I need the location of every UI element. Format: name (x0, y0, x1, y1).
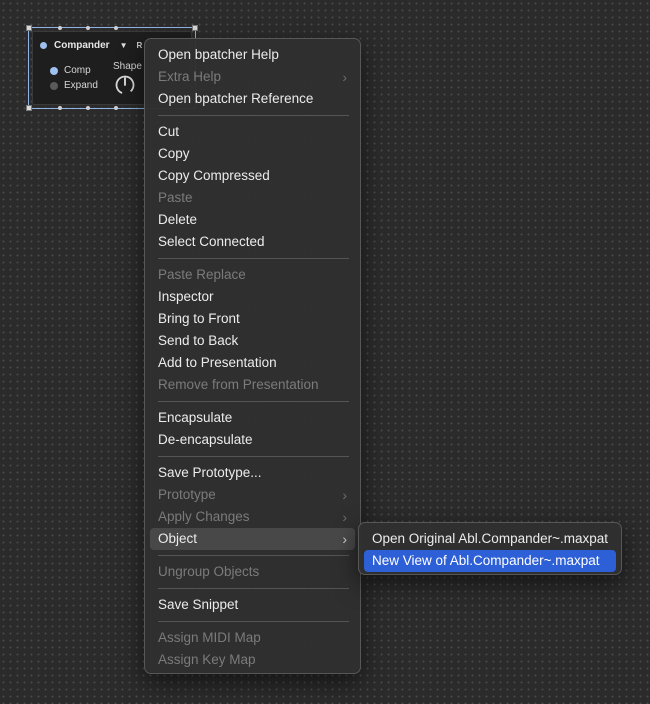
menu-item-open-reference[interactable]: Open bpatcher Reference (150, 88, 355, 110)
menu-item-object[interactable]: Object › (150, 528, 355, 550)
menu-item-label: Prototype (158, 487, 216, 502)
menu-item-label: De-encapsulate (158, 432, 253, 447)
menu-item-copy[interactable]: Copy (150, 143, 355, 165)
menu-item-save-prototype[interactable]: Save Prototype... (150, 462, 355, 484)
menu-item-label: Assign Key Map (158, 652, 256, 667)
menu-separator (158, 401, 349, 402)
menu-item-add-to-presentation[interactable]: Add to Presentation (150, 352, 355, 374)
menu-item-de-encapsulate[interactable]: De-encapsulate (150, 429, 355, 451)
menu-item-label: Add to Presentation (158, 355, 277, 370)
menu-item-extra-help: Extra Help › (150, 66, 355, 88)
submenu-item-open-original[interactable]: Open Original Abl.Compander~.maxpat (364, 528, 616, 550)
handle-dot-icon (114, 26, 118, 30)
menu-separator (158, 621, 349, 622)
menu-item-paste: Paste (150, 187, 355, 209)
handle-dot-icon (86, 106, 90, 110)
radio-off-icon (50, 81, 58, 90)
resize-handle-icon[interactable] (26, 105, 32, 111)
menu-item-label: Open bpatcher Help (158, 47, 279, 62)
menu-separator (158, 555, 349, 556)
submenu-item-new-view[interactable]: New View of Abl.Compander~.maxpat (364, 550, 616, 572)
menu-item-inspector[interactable]: Inspector (150, 286, 355, 308)
menu-item-label: Copy Compressed (158, 168, 270, 183)
radio-expand-label: Expand (64, 80, 98, 91)
menu-item-assign-key-map: Assign Key Map (150, 649, 355, 671)
menu-item-label: Apply Changes (158, 509, 250, 524)
radio-comp-label: Comp (64, 65, 91, 76)
menu-item-label: Save Prototype... (158, 465, 262, 480)
chevron-right-icon: › (342, 509, 347, 525)
menu-item-save-snippet[interactable]: Save Snippet (150, 594, 355, 616)
menu-item-apply-changes: Apply Changes › (150, 506, 355, 528)
menu-item-copy-compressed[interactable]: Copy Compressed (150, 165, 355, 187)
shape-knob-icon[interactable] (114, 74, 136, 96)
menu-item-label: Paste (158, 190, 193, 205)
menu-item-label: Select Connected (158, 234, 265, 249)
menu-item-label: Open bpatcher Reference (158, 91, 314, 106)
menu-item-label: Remove from Presentation (158, 377, 319, 392)
menu-item-cut[interactable]: Cut (150, 121, 355, 143)
menu-item-remove-from-presentation: Remove from Presentation (150, 374, 355, 396)
menu-item-label: Encapsulate (158, 410, 233, 425)
menu-item-paste-replace: Paste Replace (150, 264, 355, 286)
chevron-right-icon: › (342, 487, 347, 503)
shape-label: Shape (113, 61, 142, 72)
menu-item-ungroup-objects: Ungroup Objects (150, 561, 355, 583)
menu-item-label: Send to Back (158, 333, 239, 348)
menu-separator (158, 588, 349, 589)
menu-item-prototype: Prototype › (150, 484, 355, 506)
menu-item-label: Assign MIDI Map (158, 630, 261, 645)
menu-item-label: Inspector (158, 289, 214, 304)
menu-item-delete[interactable]: Delete (150, 209, 355, 231)
menu-item-label: Object (158, 531, 198, 546)
resize-handle-icon[interactable] (192, 25, 198, 31)
menu-item-label: Ungroup Objects (158, 564, 260, 579)
menu-item-select-connected[interactable]: Select Connected (150, 231, 355, 253)
chevron-right-icon: › (342, 69, 347, 85)
menu-item-label: Extra Help (158, 69, 222, 84)
menu-item-send-to-back[interactable]: Send to Back (150, 330, 355, 352)
menu-item-label: Save Snippet (158, 597, 239, 612)
radio-comp[interactable]: Comp (50, 65, 91, 76)
menu-item-label: Paste Replace (158, 267, 246, 282)
chevron-down-icon[interactable]: ▼ (120, 41, 128, 50)
menu-item-label: Copy (158, 146, 190, 161)
menu-item-bring-to-front[interactable]: Bring to Front (150, 308, 355, 330)
handle-dot-icon (58, 26, 62, 30)
chevron-right-icon: › (342, 531, 347, 547)
menu-item-label: Bring to Front (158, 311, 240, 326)
menu-item-label: Delete (158, 212, 198, 227)
resize-handle-icon[interactable] (26, 25, 32, 31)
menu-item-label: Open Original Abl.Compander~.maxpat (372, 531, 609, 546)
menu-item-label: Cut (158, 124, 180, 139)
r-label[interactable]: R (136, 41, 142, 50)
radio-on-icon (50, 66, 58, 75)
radio-expand[interactable]: Expand (50, 80, 98, 91)
object-submenu: Open Original Abl.Compander~.maxpat New … (358, 522, 622, 575)
menu-item-assign-midi-map: Assign MIDI Map (150, 627, 355, 649)
menu-separator (158, 115, 349, 116)
handle-dot-icon (114, 106, 118, 110)
handle-dot-icon (58, 106, 62, 110)
menu-item-label: New View of Abl.Compander~.maxpat (372, 553, 600, 568)
menu-separator (158, 456, 349, 457)
context-menu: Open bpatcher Help Extra Help › Open bpat… (144, 38, 361, 674)
device-title: Compander (54, 39, 110, 51)
power-toggle-icon[interactable] (40, 41, 47, 49)
menu-item-open-help[interactable]: Open bpatcher Help (150, 44, 355, 66)
menu-item-encapsulate[interactable]: Encapsulate (150, 407, 355, 429)
menu-separator (158, 258, 349, 259)
handle-dot-icon (86, 26, 90, 30)
